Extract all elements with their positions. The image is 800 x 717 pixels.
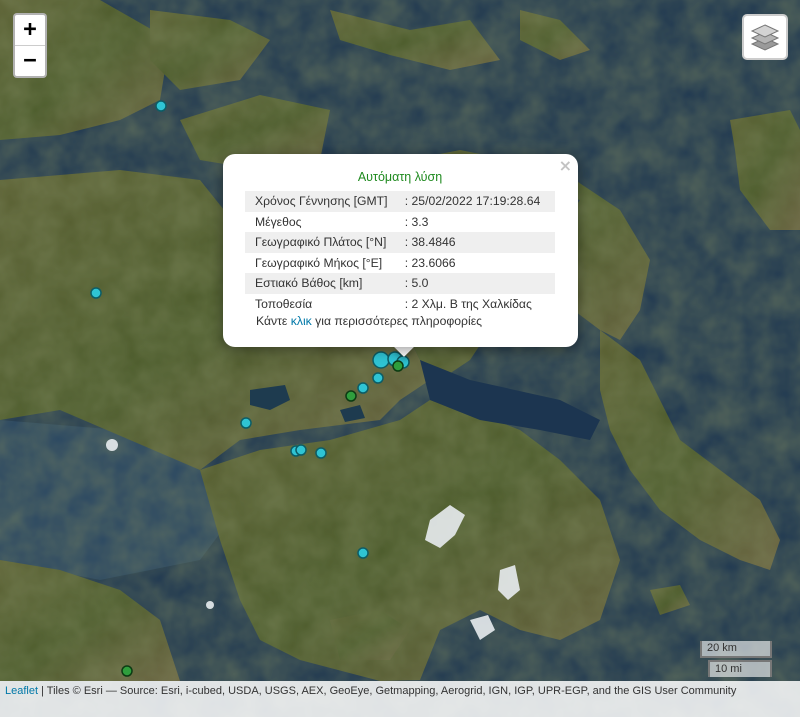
- table-row: Μέγεθος : 3.3: [245, 212, 555, 233]
- more-info-prefix: Κάντε: [256, 314, 291, 328]
- row-label: Εστιακό Βάθος [km]: [245, 273, 403, 294]
- row-label: Χρόνος Γέννησης [GMT]: [245, 191, 403, 212]
- more-info-link[interactable]: κλικ: [291, 314, 312, 328]
- scale-bar-km: 20 km: [700, 641, 772, 658]
- zoom-in-button[interactable]: +: [15, 15, 45, 46]
- popup-title: Αυτόματη λύση: [357, 170, 443, 184]
- more-info-suffix: για περισσότερες πληροφορίες: [311, 314, 483, 328]
- quake-marker-green[interactable]: [121, 665, 133, 677]
- quake-marker-green[interactable]: [392, 360, 404, 372]
- layers-button[interactable]: [742, 14, 788, 60]
- scale-bar-mi: 10 mi: [708, 660, 772, 677]
- quake-marker-cyan[interactable]: [155, 100, 167, 112]
- earthquake-details-table: Χρόνος Γέννησης [GMT]: 25/02/2022 17:19:…: [245, 191, 555, 314]
- row-label: Μέγεθος: [255, 214, 302, 229]
- row-value: : 3.3: [404, 214, 429, 229]
- row-value: : 2 Χλμ. Β της Χαλκίδας: [404, 296, 532, 311]
- quake-marker-cyan[interactable]: [240, 417, 252, 429]
- quake-marker-cyan[interactable]: [372, 351, 390, 369]
- table-row: Γεωγραφικό Πλάτος [°N]: 38.4846: [245, 232, 555, 253]
- row-label: Γεωγραφικό Μήκος [°E]: [255, 255, 383, 270]
- more-info-text: Κάντε κλικ για περισσότερες πληροφορίες: [256, 314, 482, 328]
- attribution-text: | Tiles © Esri — Source: Esri, i-cubed, …: [38, 685, 737, 697]
- quake-marker-cyan[interactable]: [90, 287, 102, 299]
- quake-marker-green[interactable]: [345, 390, 357, 402]
- quake-marker-cyan[interactable]: [357, 382, 369, 394]
- row-value: : 25/02/2022 17:19:28.64: [402, 191, 555, 212]
- row-value: : 23.6066: [404, 255, 456, 270]
- earthquake-markers: [90, 100, 410, 677]
- quake-marker-cyan[interactable]: [315, 447, 327, 459]
- table-row: Εστιακό Βάθος [km]: 5.0: [245, 273, 555, 294]
- earthquake-popup: × Αυτόματη λύση Χρόνος Γέννησης [GMT]: 2…: [223, 154, 578, 347]
- table-row: Τοποθεσία : 2 Χλμ. Β της Χαλκίδας: [245, 294, 555, 315]
- row-value: : 5.0: [402, 273, 555, 294]
- row-value: : 38.4846: [402, 232, 555, 253]
- quake-marker-cyan[interactable]: [372, 372, 384, 384]
- zoom-control: + −: [13, 13, 47, 78]
- row-label: Τοποθεσία: [255, 296, 313, 311]
- leaflet-link[interactable]: Leaflet: [5, 685, 38, 697]
- table-row: Χρόνος Γέννησης [GMT]: 25/02/2022 17:19:…: [245, 191, 555, 212]
- layers-icon: [750, 24, 780, 51]
- quake-marker-cyan[interactable]: [357, 547, 369, 559]
- quake-marker-cyan[interactable]: [295, 444, 307, 456]
- popup-close-button[interactable]: ×: [559, 156, 572, 175]
- zoom-out-button[interactable]: −: [15, 46, 45, 76]
- table-row: Γεωγραφικό Μήκος [°E] : 23.6066: [245, 253, 555, 274]
- row-label: Γεωγραφικό Πλάτος [°N]: [245, 232, 403, 253]
- map-attribution: Leaflet | Tiles © Esri — Source: Esri, i…: [0, 681, 800, 717]
- map-view[interactable]: + − × Αυτόματη λύση Χρόνος Γέννησης [GMT…: [0, 0, 800, 717]
